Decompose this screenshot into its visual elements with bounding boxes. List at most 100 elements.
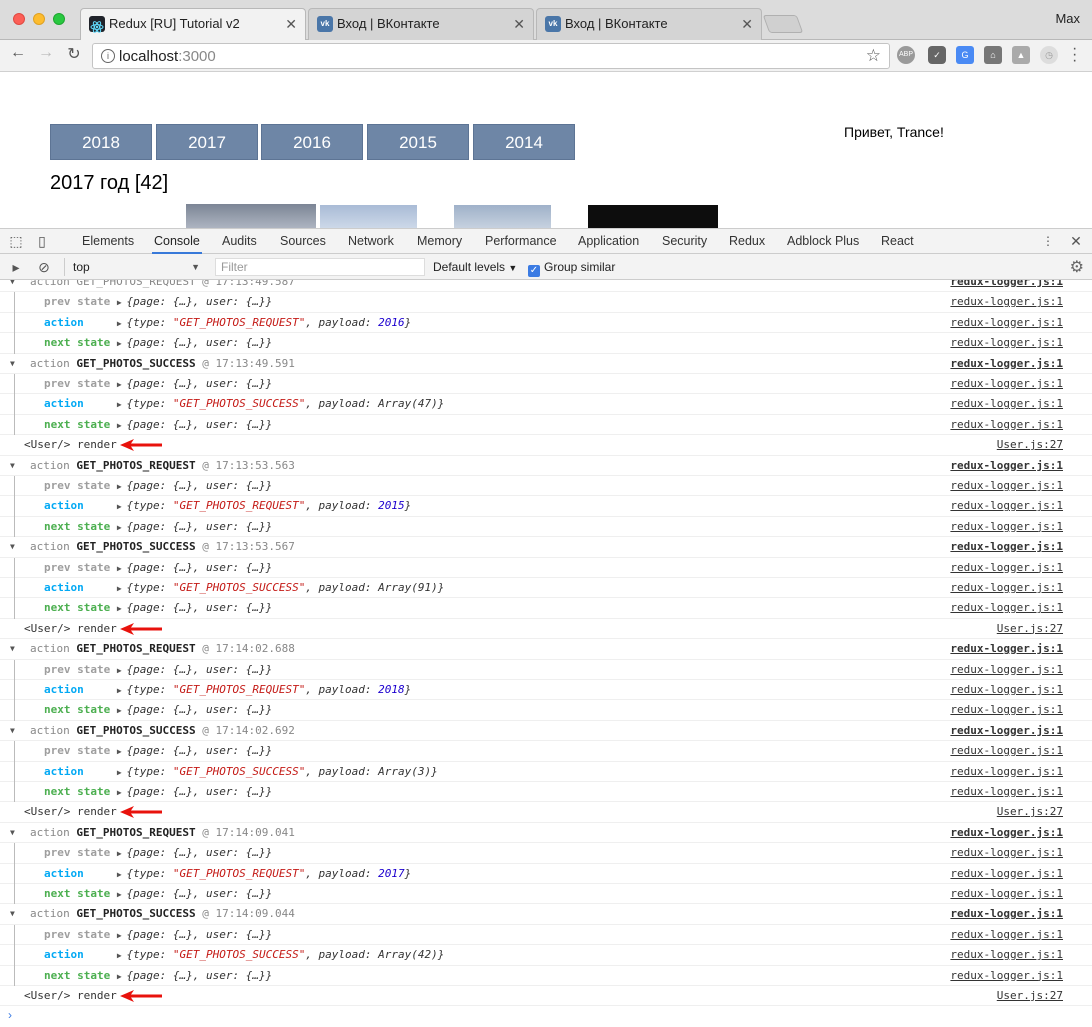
source-link[interactable]: redux-logger.js:1 xyxy=(950,333,1063,353)
sidebar-toggle-icon[interactable]: ▸ xyxy=(8,259,24,275)
address-bar[interactable]: i localhost:3000 ☆ xyxy=(92,43,890,69)
chrome-menu-icon[interactable]: · · · xyxy=(1072,41,1078,69)
profile-name[interactable]: Max xyxy=(1055,11,1080,26)
source-link[interactable]: redux-logger.js:1 xyxy=(950,537,1063,557)
source-link[interactable]: redux-logger.js:1 xyxy=(950,884,1063,904)
source-link[interactable]: redux-logger.js:1 xyxy=(950,517,1063,537)
shoe-icon[interactable]: ⌂ xyxy=(984,46,1002,64)
expand-triangle-icon[interactable]: ▶ xyxy=(117,788,127,797)
source-link[interactable]: redux-logger.js:1 xyxy=(950,280,1063,292)
year-button-2015[interactable]: 2015 xyxy=(367,124,469,160)
source-link[interactable]: redux-logger.js:1 xyxy=(950,496,1063,516)
object-preview[interactable]: {type: "GET_PHOTOS_REQUEST", payload: 20… xyxy=(127,867,412,880)
devtools-tab-elements[interactable]: Elements xyxy=(80,229,136,254)
year-button-2016[interactable]: 2016 xyxy=(261,124,363,160)
devtools-tab-audits[interactable]: Audits xyxy=(220,229,259,254)
source-link[interactable]: redux-logger.js:1 xyxy=(950,864,1063,884)
object-preview[interactable]: {type: "GET_PHOTOS_REQUEST", payload: 20… xyxy=(127,683,412,696)
expand-triangle-icon[interactable]: ▼ xyxy=(10,456,15,476)
devtools-tab-react[interactable]: React xyxy=(879,229,916,254)
expand-triangle-icon[interactable]: ▶ xyxy=(117,931,127,940)
photo-thumbnail[interactable] xyxy=(588,205,718,228)
source-link[interactable]: redux-logger.js:1 xyxy=(950,660,1063,680)
source-link[interactable]: redux-logger.js:1 xyxy=(950,925,1063,945)
expand-triangle-icon[interactable]: ▶ xyxy=(117,584,127,593)
expand-triangle-icon[interactable]: ▶ xyxy=(117,319,127,328)
info-icon[interactable]: i xyxy=(101,49,115,63)
source-link[interactable]: redux-logger.js:1 xyxy=(950,680,1063,700)
object-preview[interactable]: {type: "GET_PHOTOS_SUCCESS", payload: Ar… xyxy=(127,581,445,594)
inspect-element-icon[interactable]: ⬚ xyxy=(8,233,24,249)
group-title[interactable]: action GET_PHOTOS_REQUEST @ 17:14:09.041 xyxy=(30,823,295,843)
source-link[interactable]: redux-logger.js:1 xyxy=(950,354,1063,374)
object-preview[interactable]: {page: {…}, user: {…}} xyxy=(127,377,273,390)
translate-icon[interactable]: G xyxy=(956,46,974,64)
source-link[interactable]: redux-logger.js:1 xyxy=(950,374,1063,394)
year-button-2014[interactable]: 2014 xyxy=(473,124,575,160)
group-title[interactable]: action GET_PHOTOS_SUCCESS @ 17:14:09.044 xyxy=(30,904,295,924)
source-link[interactable]: redux-logger.js:1 xyxy=(950,292,1063,312)
console-filter-input[interactable]: Filter xyxy=(215,258,425,276)
object-preview[interactable]: {page: {…}, user: {…}} xyxy=(127,785,273,798)
adblock-icon[interactable]: ABP xyxy=(897,46,915,64)
close-tab-icon[interactable]: ✕ xyxy=(513,9,525,39)
source-link[interactable]: redux-logger.js:1 xyxy=(950,945,1063,965)
object-preview[interactable]: {page: {…}, user: {…}} xyxy=(127,928,273,941)
clear-console-icon[interactable]: ⊘ xyxy=(36,259,52,275)
expand-triangle-icon[interactable]: ▶ xyxy=(117,604,127,613)
source-link[interactable]: redux-logger.js:1 xyxy=(950,394,1063,414)
expand-triangle-icon[interactable]: ▶ xyxy=(117,706,127,715)
object-preview[interactable]: {page: {…}, user: {…}} xyxy=(127,418,273,431)
expand-triangle-icon[interactable]: ▼ xyxy=(10,904,15,924)
expand-triangle-icon[interactable]: ▶ xyxy=(117,951,127,960)
devtools-tab-redux[interactable]: Redux xyxy=(727,229,767,254)
devtools-tab-network[interactable]: Network xyxy=(346,229,396,254)
object-preview[interactable]: {page: {…}, user: {…}} xyxy=(127,969,273,982)
devtools-menu-icon[interactable]: ⋮ xyxy=(1040,233,1056,249)
devtools-tab-console[interactable]: Console xyxy=(152,229,202,254)
expand-triangle-icon[interactable]: ▶ xyxy=(117,686,127,695)
bookmark-star-icon[interactable]: ☆ xyxy=(866,46,881,66)
source-link[interactable]: redux-logger.js:1 xyxy=(950,598,1063,618)
object-preview[interactable]: {page: {…}, user: {…}} xyxy=(127,887,273,900)
object-preview[interactable]: {page: {…}, user: {…}} xyxy=(127,520,273,533)
context-selector[interactable]: top ▼ xyxy=(64,258,206,276)
expand-triangle-icon[interactable]: ▶ xyxy=(117,400,127,409)
source-link[interactable]: redux-logger.js:1 xyxy=(950,476,1063,496)
devtools-tab-performance[interactable]: Performance xyxy=(483,229,559,254)
expand-triangle-icon[interactable]: ▼ xyxy=(10,280,15,292)
group-title[interactable]: action GET_PHOTOS_SUCCESS @ 17:14:02.692 xyxy=(30,721,295,741)
expand-triangle-icon[interactable]: ▶ xyxy=(117,666,127,675)
devtools-tab-memory[interactable]: Memory xyxy=(415,229,464,254)
source-link[interactable]: User.js:27 xyxy=(997,619,1063,639)
object-preview[interactable]: {page: {…}, user: {…}} xyxy=(127,336,273,349)
object-preview[interactable]: {type: "GET_PHOTOS_SUCCESS", payload: Ar… xyxy=(127,948,445,961)
source-link[interactable]: redux-logger.js:1 xyxy=(950,823,1063,843)
source-link[interactable]: redux-logger.js:1 xyxy=(950,639,1063,659)
reload-icon[interactable]: ↻ xyxy=(64,44,84,64)
forward-arrow-icon[interactable]: → xyxy=(36,44,56,62)
group-title[interactable]: action GET_PHOTOS_REQUEST @ 17:14:02.688 xyxy=(30,639,295,659)
object-preview[interactable]: {page: {…}, user: {…}} xyxy=(127,295,273,308)
source-link[interactable]: User.js:27 xyxy=(997,986,1063,1006)
source-link[interactable]: redux-logger.js:1 xyxy=(950,721,1063,741)
expand-triangle-icon[interactable]: ▶ xyxy=(117,768,127,777)
close-tab-icon[interactable]: ✕ xyxy=(285,9,297,39)
source-link[interactable]: redux-logger.js:1 xyxy=(950,578,1063,598)
object-preview[interactable]: {type: "GET_PHOTOS_REQUEST", payload: 20… xyxy=(127,316,412,329)
browser-tab-vk-1[interactable]: vk Вход | ВКонтакте ✕ xyxy=(308,8,534,40)
expand-triangle-icon[interactable]: ▶ xyxy=(117,747,127,756)
photo-thumbnail[interactable] xyxy=(186,204,316,228)
minimize-window-button[interactable] xyxy=(33,13,45,25)
source-link[interactable]: redux-logger.js:1 xyxy=(950,700,1063,720)
group-title[interactable]: action GET_PHOTOS_REQUEST @ 17:13:53.563 xyxy=(30,456,295,476)
expand-triangle-icon[interactable]: ▼ xyxy=(10,639,15,659)
object-preview[interactable]: {page: {…}, user: {…}} xyxy=(127,601,273,614)
source-link[interactable]: redux-logger.js:1 xyxy=(950,966,1063,986)
object-preview[interactable]: {page: {…}, user: {…}} xyxy=(127,663,273,676)
source-link[interactable]: redux-logger.js:1 xyxy=(950,313,1063,333)
photo-thumbnail[interactable] xyxy=(320,205,417,228)
drive-icon[interactable]: ▲ xyxy=(1012,46,1030,64)
year-button-2018[interactable]: 2018 xyxy=(50,124,152,160)
devtools-tab-sources[interactable]: Sources xyxy=(278,229,328,254)
